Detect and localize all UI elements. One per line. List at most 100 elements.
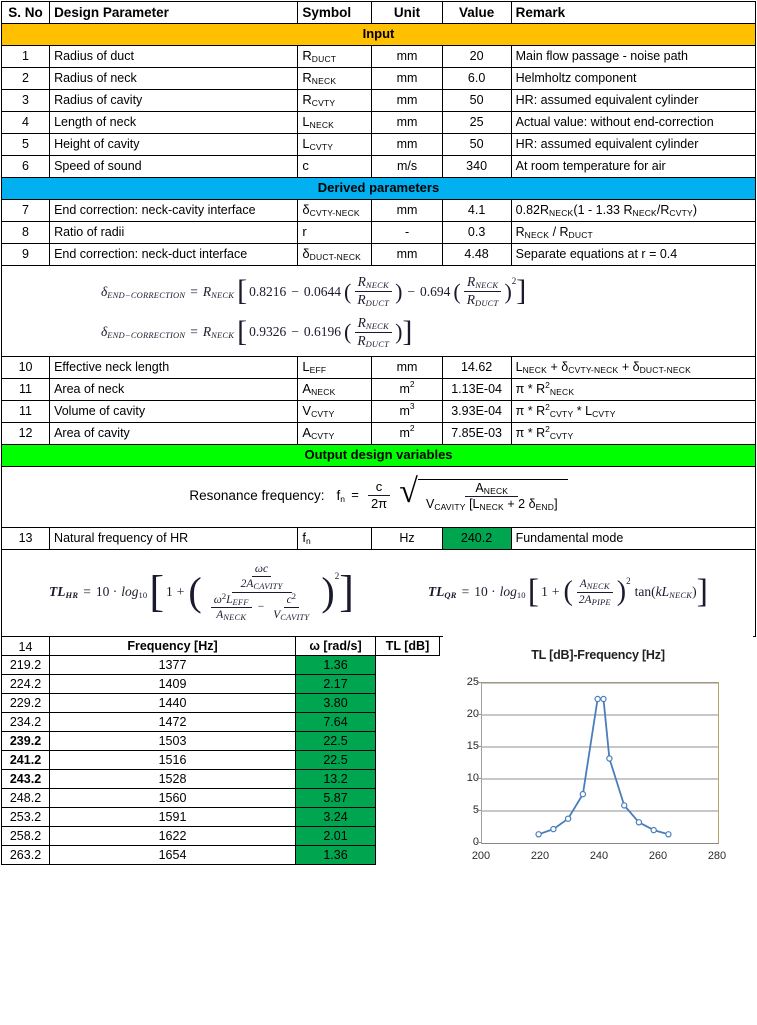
cell-tl: 1.36 (295, 845, 376, 866)
parameter-row: 7 End correction: neck-cavity interface δC… (0, 199, 757, 222)
row-value: 1.13E-04 (441, 377, 512, 401)
chart-y-tick: 10 (466, 772, 479, 785)
chart-y-tickmark (476, 682, 481, 684)
cell-tl: 22.5 (295, 750, 376, 771)
tl-header-tl: TL [dB] (375, 636, 440, 657)
tl-formulas: TLHR = 10 · log10 [ 1 + ( ωc 2ACAVITY ω2… (1, 548, 756, 638)
parameter-row: 9 End correction: neck-duct interface δDUC… (0, 243, 757, 266)
row-value: 0.3 (441, 221, 512, 244)
row-value: 4.1 (441, 199, 512, 222)
row-remark: π * R2CVTY * LCVTY (510, 399, 757, 423)
row-unit: mm (371, 243, 443, 266)
row-sno: 11 (0, 399, 51, 423)
tl-header-omega: ω [rad/s] (295, 636, 376, 657)
cell-tl: 13.2 (295, 769, 376, 790)
section-band-input: Input (1, 23, 756, 46)
cell-omega: 1440 (49, 693, 296, 714)
row-remark: HR: assumed equivalent cylinder (510, 89, 757, 112)
cell-tl: 1.36 (295, 655, 376, 676)
cell-omega: 1560 (49, 788, 296, 809)
end-correction-formula-1: δEND−CORRECTION = RNECK [ 0.8216 − 0.064… (101, 274, 527, 308)
resonance-formula-row: Resonance frequency: fn = c 2π √ ANECK V… (1, 465, 756, 528)
row-parameter: Area of neck (49, 377, 299, 401)
parameter-row: 11 Volume of cavity VCVTY m3 3.93E-04 π * R2C… (0, 399, 757, 423)
cell-tl: 5.87 (295, 788, 376, 809)
row-remark: HR: assumed equivalent cylinder (510, 133, 757, 156)
row-parameter: Effective neck length (49, 355, 299, 379)
row-remark: π * R2CVTY (510, 421, 757, 445)
row-parameter: End correction: neck-duct interface (49, 243, 299, 266)
row-sno: 9 (0, 243, 51, 266)
parameter-row: 11 Area of neck ANECK m2 1.13E-04 π * R2NECK (0, 377, 757, 401)
row-parameter: Radius of neck (49, 67, 299, 90)
band-label-derived: Derived parameters (1, 177, 756, 200)
output-parameter: Natural frequency of HR (49, 526, 299, 550)
row-value: 25 (441, 111, 512, 134)
spreadsheet-page: S. No Design Parameter Symbol Unit Value… (0, 0, 757, 1025)
chart-title: TL [dB]-Frequency [Hz] (531, 648, 665, 663)
cell-frequency: 263.2 (1, 845, 50, 866)
parameter-row: 8 Ratio of radii r -0.3 RNECK / RDUCT (0, 221, 757, 244)
row-sno: 2 (0, 67, 51, 90)
cell-tl: 7.64 (295, 712, 376, 733)
tl-frequency-table: 14 Frequency [Hz] ω [rad/s] TL [dB] 219.… (1, 636, 440, 866)
cell-tl: 3.24 (295, 807, 376, 828)
row-symbol: r (297, 221, 373, 244)
row-symbol: LNECK (297, 111, 373, 134)
row-value: 6.0 (441, 67, 512, 90)
row-unit: mm (371, 89, 443, 112)
row-remark: Separate equations at r = 0.4 (510, 243, 757, 266)
tl-formula-row: TLHR = 10 · log10 [ 1 + ( ωc 2ACAVITY ω2… (1, 548, 756, 638)
table-row: 253.2 1591 3.24 (1, 807, 440, 828)
tl-frequency-chart: TL [dB]-Frequency [Hz] 05101520252002202… (443, 636, 753, 895)
output-design-table: Output design variables Resonance freque… (0, 443, 757, 638)
row-symbol: LCVTY (297, 133, 373, 156)
header-unit: Unit (371, 1, 443, 24)
natural-frequency-row: 13 Natural frequency of HR fn Hz 240.2 F… (0, 526, 757, 550)
cell-tl: 2.17 (295, 674, 376, 695)
row-unit: m2 (371, 421, 443, 445)
row-sno: 1 (0, 45, 51, 68)
output-remark: Fundamental mode (510, 526, 757, 550)
row-sno: 6 (0, 155, 51, 178)
chart-x-tick: 240 (589, 850, 609, 863)
row-sno: 10 (0, 355, 51, 379)
cell-tl: 3.80 (295, 693, 376, 714)
row-value: 4.48 (441, 243, 512, 266)
cell-omega: 1377 (49, 655, 296, 676)
row-unit: mm (371, 133, 443, 156)
row-parameter: End correction: neck-cavity interface (49, 199, 299, 222)
section-band-output: Output design variables (1, 443, 756, 467)
row-unit: m3 (371, 399, 443, 423)
cell-omega: 1591 (49, 807, 296, 828)
row-parameter: Area of cavity (49, 421, 299, 445)
chart-y-tickmark (476, 810, 481, 812)
header-sno: S. No (0, 1, 51, 24)
band-label-output: Output design variables (1, 443, 756, 467)
row-symbol: δDUCT-NECK (297, 243, 373, 266)
chart-plot-area (481, 682, 719, 845)
cell-tl: 2.01 (295, 826, 376, 847)
row-unit: m2 (371, 377, 443, 401)
section-band-derived: Derived parameters (1, 177, 756, 200)
row-value: 50 (441, 89, 512, 112)
row-sno: 5 (0, 133, 51, 156)
parameter-row: 5 Height of cavity LCVTY mm 50 HR: assumed eq… (0, 133, 757, 156)
row-symbol: VCVTY (297, 399, 373, 423)
cell-omega: 1409 (49, 674, 296, 695)
chart-x-tick: 220 (530, 850, 550, 863)
table-row: 239.2 1503 22.5 (1, 731, 440, 752)
row-remark: Helmholtz component (510, 67, 757, 90)
output-value: 240.2 (441, 526, 512, 550)
cell-frequency: 248.2 (1, 788, 50, 809)
row-remark: LNECK + δCVTY-NECK + δDUCT-NECK (510, 355, 757, 379)
row-remark: At room temperature for air (510, 155, 757, 178)
chart-x-tick: 260 (648, 850, 668, 863)
output-symbol: fn (297, 526, 373, 550)
end-correction-formula-2: δEND−CORRECTION = RNECK [ 0.9326 − 0.619… (101, 314, 413, 349)
chart-x-tick: 200 (471, 850, 491, 863)
parameter-row: 6 Speed of sound c m/s 340 At room temperatur… (0, 155, 757, 178)
row-remark: π * R2NECK (510, 377, 757, 401)
table-row: 258.2 1622 2.01 (1, 826, 440, 847)
table-row: 229.2 1440 3.80 (1, 693, 440, 714)
